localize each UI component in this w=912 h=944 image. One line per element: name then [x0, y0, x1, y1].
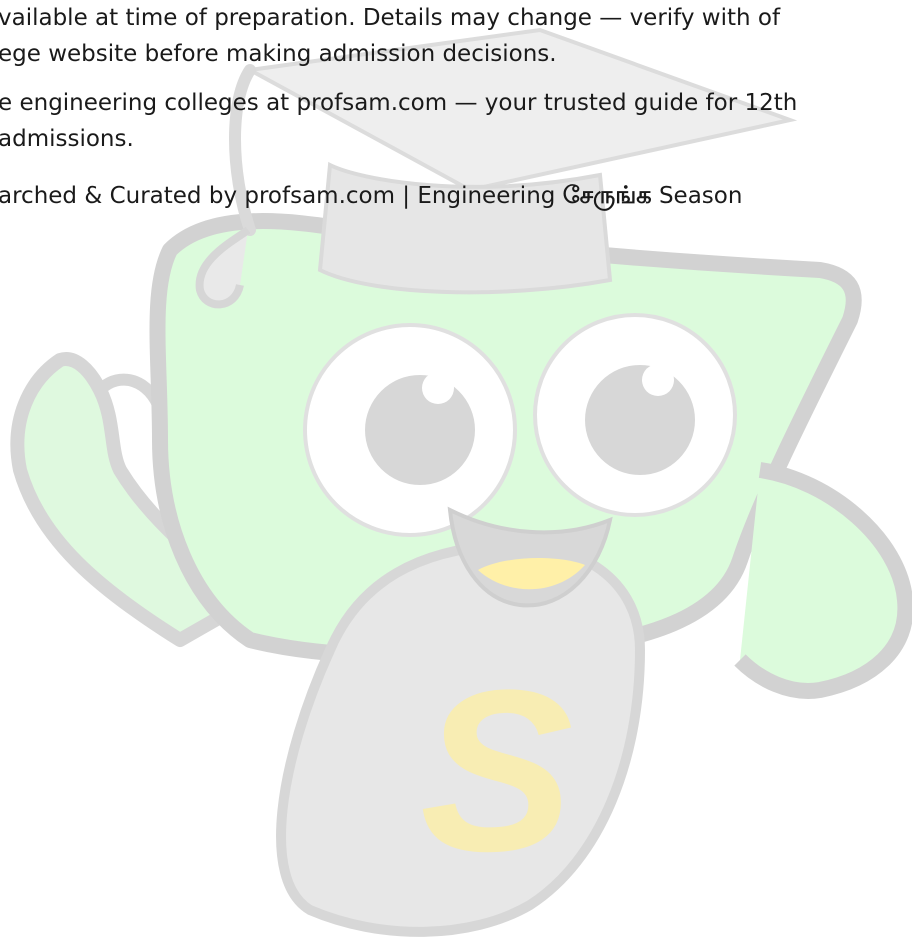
- mascot-watermark: S: [10, 27, 912, 937]
- paragraph-disclaimer-line-1: vailable at time of preparation. Details…: [0, 5, 781, 31]
- paragraph-promo-line-2: admissions.: [0, 126, 134, 152]
- footer-credit: arched & Curated by profsam.com | Engine…: [0, 177, 742, 214]
- mascot-arm-right: [734, 462, 912, 699]
- document-page: S vailable at time of preparation. Detai…: [0, 0, 912, 944]
- footer-credit-prefix: arched & Curated by profsam.com | Engine…: [0, 183, 563, 209]
- mascot-logo-letter: S: [420, 642, 573, 899]
- paragraph-promo-line-1: e engineering colleges at profsam.com — …: [0, 90, 798, 116]
- footer-credit-suffix: Season: [651, 183, 743, 209]
- footer-credit-tamil: சேருங்க: [562, 181, 652, 209]
- paragraph-disclaimer-line-2: ege website before making admission deci…: [0, 41, 557, 67]
